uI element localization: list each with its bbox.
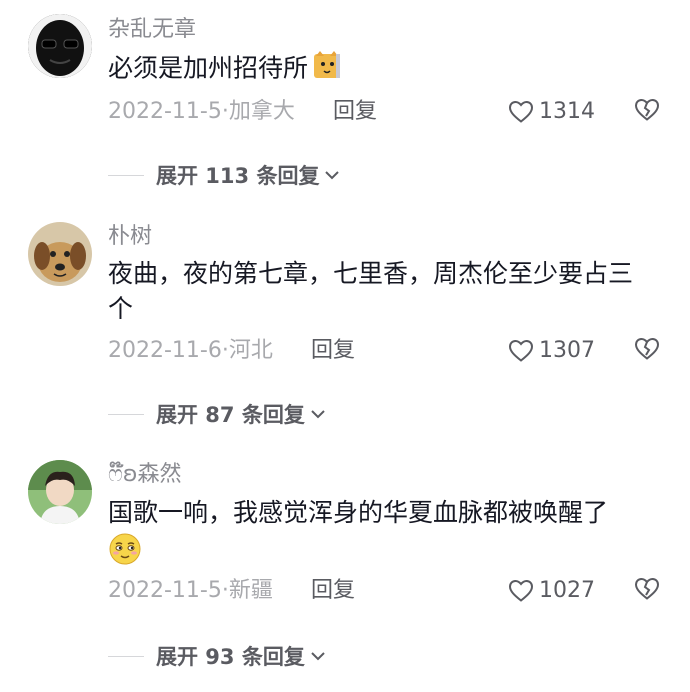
like-count: 1314 bbox=[539, 99, 595, 124]
comment-location: 新疆 bbox=[228, 578, 273, 603]
cat-emoji-icon bbox=[312, 50, 342, 89]
expand-replies-label: 展开 93 条回复 bbox=[156, 645, 305, 669]
expand-replies-button[interactable]: 展开 87 条回复 bbox=[108, 399, 327, 429]
chevron-down-icon bbox=[311, 410, 325, 419]
comment-date: 2022-11-5 bbox=[108, 99, 222, 124]
username[interactable]: 朴树 bbox=[108, 223, 152, 251]
like-button[interactable]: 1307 bbox=[508, 336, 595, 366]
chevron-down-icon bbox=[311, 652, 325, 661]
avatar[interactable] bbox=[28, 14, 92, 78]
meta-separator: · bbox=[221, 338, 229, 363]
comment-location: 加拿大 bbox=[228, 99, 295, 124]
divider-line bbox=[108, 655, 144, 657]
like-button[interactable]: 1314 bbox=[508, 97, 595, 127]
chevron-down-icon bbox=[325, 171, 340, 180]
comment-date: 2022-11-6 bbox=[108, 338, 222, 363]
smirk-emoji-icon bbox=[108, 532, 668, 575]
heart-icon bbox=[508, 579, 534, 602]
comment-text: 必须是加州招待所 bbox=[108, 50, 668, 89]
broken-heart-icon bbox=[634, 577, 660, 600]
broken-heart-icon bbox=[634, 337, 660, 360]
dislike-button[interactable] bbox=[634, 98, 660, 126]
divider-line bbox=[108, 174, 144, 176]
heart-icon bbox=[508, 100, 534, 123]
dislike-button[interactable] bbox=[634, 337, 660, 365]
meta-separator: · bbox=[221, 99, 229, 124]
comment-text: 国歌一响，我感觉浑身的华夏血脉都被唤醒了 bbox=[108, 495, 668, 575]
comment-location: 河北 bbox=[228, 338, 273, 363]
expand-replies-label: 展开 113 条回复 bbox=[156, 164, 320, 188]
comment-meta: 2022-11-6·河北 bbox=[108, 336, 273, 366]
username[interactable]: 杂乱无章 bbox=[108, 16, 196, 44]
expand-replies-button[interactable]: 展开 93 条回复 bbox=[108, 641, 327, 671]
avatar[interactable] bbox=[28, 460, 92, 524]
meta-separator: · bbox=[221, 578, 229, 603]
like-count: 1307 bbox=[539, 338, 595, 363]
dislike-button[interactable] bbox=[634, 577, 660, 605]
expand-replies-button[interactable]: 展开 113 条回复 bbox=[108, 160, 341, 190]
username[interactable]: ෆ໊໊⃛ʚ森然 bbox=[108, 461, 182, 489]
comment-text: 夜曲，夜的第七章，七里香，周杰伦至少要占三个 bbox=[108, 259, 634, 323]
comment-date: 2022-11-5 bbox=[108, 578, 222, 603]
comment-meta: 2022-11-5·加拿大 bbox=[108, 97, 295, 127]
heart-icon bbox=[508, 339, 534, 362]
reply-button[interactable]: 回复 bbox=[311, 576, 355, 606]
like-count: 1027 bbox=[539, 578, 595, 603]
comment-text-content: 国歌一响，我感觉浑身的华夏血脉都被唤醒了 bbox=[108, 498, 609, 527]
avatar[interactable] bbox=[28, 222, 92, 286]
reply-button[interactable]: 回复 bbox=[333, 97, 377, 127]
reply-button[interactable]: 回复 bbox=[311, 336, 355, 366]
like-button[interactable]: 1027 bbox=[508, 576, 595, 606]
broken-heart-icon bbox=[634, 98, 660, 121]
comment-meta: 2022-11-5·新疆 bbox=[108, 576, 273, 606]
divider-line bbox=[108, 413, 144, 415]
expand-replies-label: 展开 87 条回复 bbox=[156, 403, 305, 427]
comment-text-content: 必须是加州招待所 bbox=[108, 53, 309, 83]
